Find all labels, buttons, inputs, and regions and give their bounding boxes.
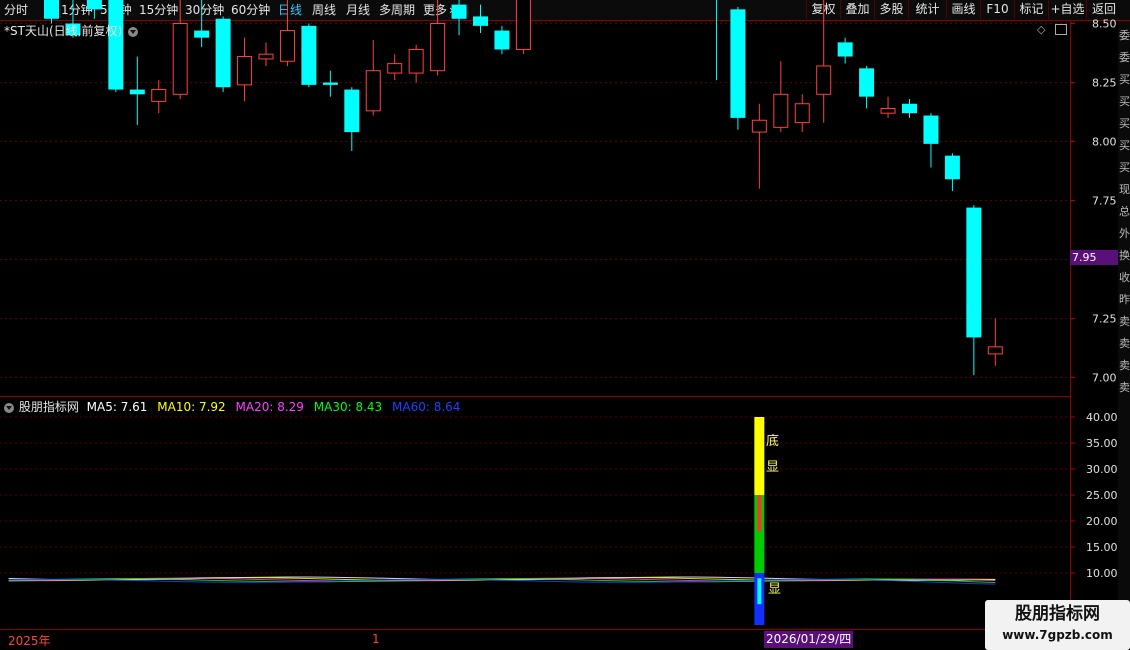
- candle-body: [151, 89, 167, 102]
- indicator-name[interactable]: 股朋指标网: [19, 400, 79, 414]
- candle-body: [365, 70, 381, 112]
- candle-body: [215, 18, 231, 88]
- candle-body: [773, 93, 789, 128]
- watermark-logo: 股朋指标网 www.7gpzb.com: [985, 600, 1130, 650]
- indicator-tick-label: 15.00: [1086, 541, 1118, 554]
- signal-text-xian: 显: [766, 460, 780, 475]
- candle-body: [387, 63, 403, 74]
- candle-body: [301, 25, 317, 85]
- date-axis: 2025年 1 2026/01/29/四: [0, 630, 1070, 650]
- strip-char: 外: [1119, 227, 1130, 240]
- strip-char: 委: [1119, 29, 1130, 42]
- diamond-icon[interactable]: ◇: [1037, 23, 1045, 36]
- signal-bar-cyan: [757, 578, 762, 605]
- candle-body: [987, 346, 1003, 355]
- strip-char: 买: [1119, 117, 1130, 130]
- date-year-label: 2025年: [8, 634, 51, 648]
- candle-body: [279, 30, 295, 62]
- candle-body: [322, 82, 338, 85]
- strip-char: 总: [1119, 205, 1130, 218]
- chevron-down-icon[interactable]: [4, 402, 14, 413]
- candle-body: [751, 119, 767, 133]
- candle-body: [902, 103, 917, 114]
- strip-char: 卖: [1119, 381, 1130, 394]
- signal-text-xian-2: 显: [768, 582, 782, 597]
- indicator-tick-label: 20.00: [1086, 515, 1118, 528]
- quote-side-strip: 委委买买买买买现总外换收昨卖卖卖卖: [1118, 21, 1130, 649]
- candle-body: [859, 68, 875, 97]
- strip-char: 买: [1119, 161, 1130, 174]
- indicator-tick-label: 10.00: [1086, 567, 1118, 580]
- ma30-label: MA30: 8.43: [313, 400, 383, 414]
- strip-char: 卖: [1119, 337, 1130, 350]
- candle-body: [837, 42, 853, 57]
- price-tick-label: 8.00: [1092, 136, 1117, 149]
- current-price-label: 7.95: [1072, 251, 1097, 264]
- candle-body: [194, 30, 210, 38]
- candle-body: [408, 48, 424, 74]
- candle-body: [730, 9, 746, 118]
- candle-body: [172, 23, 188, 95]
- indicator-tick-label: 40.00: [1086, 411, 1118, 424]
- price-tick-label: 7.25: [1092, 313, 1117, 326]
- candle-body: [430, 23, 446, 72]
- indicator-title-row: 股朋指标网 MA5: 7.61 MA10: 7.92 MA20: 8.29 MA…: [4, 398, 460, 415]
- cursor-date-label: 2026/01/29/四: [764, 631, 854, 648]
- candle-body: [515, 0, 531, 50]
- indicator-tick-label: 25.00: [1086, 489, 1118, 502]
- strip-char: 换: [1119, 249, 1130, 262]
- candle-body: [86, 0, 102, 10]
- candle-body: [44, 0, 59, 19]
- indicator-tick-label: 35.00: [1086, 437, 1118, 450]
- strip-char: 买: [1119, 73, 1130, 86]
- price-tick-label: 7.75: [1092, 195, 1117, 208]
- candle-body: [344, 89, 360, 133]
- candle-body: [816, 65, 832, 95]
- strip-char: 现: [1119, 183, 1130, 196]
- indicator-tick-label: 30.00: [1086, 463, 1118, 476]
- strip-char: 买: [1119, 95, 1130, 108]
- candle-body: [451, 4, 467, 19]
- strip-char: 委: [1119, 51, 1130, 64]
- strip-char: 买: [1119, 139, 1130, 152]
- candle-body: [129, 89, 145, 95]
- candle-body: [473, 16, 488, 26]
- candle-body: [923, 115, 939, 144]
- window-toggle-icon[interactable]: [1055, 24, 1067, 35]
- candle-body: [494, 30, 510, 50]
- signal-bar-yellow: [754, 417, 765, 495]
- candle-body: [944, 155, 960, 180]
- strip-char: 卖: [1119, 315, 1130, 328]
- price-tick-label: 7.00: [1092, 372, 1117, 385]
- watermark-title: 股朋指标网: [1015, 604, 1100, 624]
- watermark-url: www.7gpzb.com: [1002, 628, 1113, 642]
- strip-char: 昨: [1119, 293, 1130, 306]
- signal-text-di: 底: [766, 434, 780, 449]
- ma10-label: MA10: 7.92: [157, 400, 226, 414]
- ma20-label: MA20: 8.29: [235, 400, 304, 414]
- candle-body: [108, 0, 124, 90]
- strip-char: 收: [1119, 271, 1130, 284]
- price-tick-label: 8.50: [1092, 18, 1117, 31]
- candle-body: [880, 107, 896, 114]
- signal-bar-red: [757, 495, 762, 532]
- price-tick-label: 8.25: [1092, 77, 1117, 90]
- candle-body: [794, 103, 810, 124]
- kline-chart[interactable]: 9.509.259.008.758.508.258.007.757.507.25…: [0, 0, 1118, 650]
- strip-char: 卖: [1119, 359, 1130, 372]
- stock-title[interactable]: *ST天山(日线,前复权): [4, 24, 122, 38]
- candle-body: [966, 207, 982, 338]
- current-price-tag: 7.95: [1070, 250, 1118, 265]
- candle-body: [237, 56, 253, 86]
- ma5-label: MA5: 7.61: [86, 400, 148, 414]
- date-month-label: 1: [372, 632, 380, 646]
- chevron-down-icon[interactable]: [127, 26, 138, 37]
- chart-title-row: *ST天山(日线,前复权): [4, 22, 138, 39]
- candle-body: [258, 53, 274, 60]
- ma60-label: MA60: 8.64: [392, 400, 461, 414]
